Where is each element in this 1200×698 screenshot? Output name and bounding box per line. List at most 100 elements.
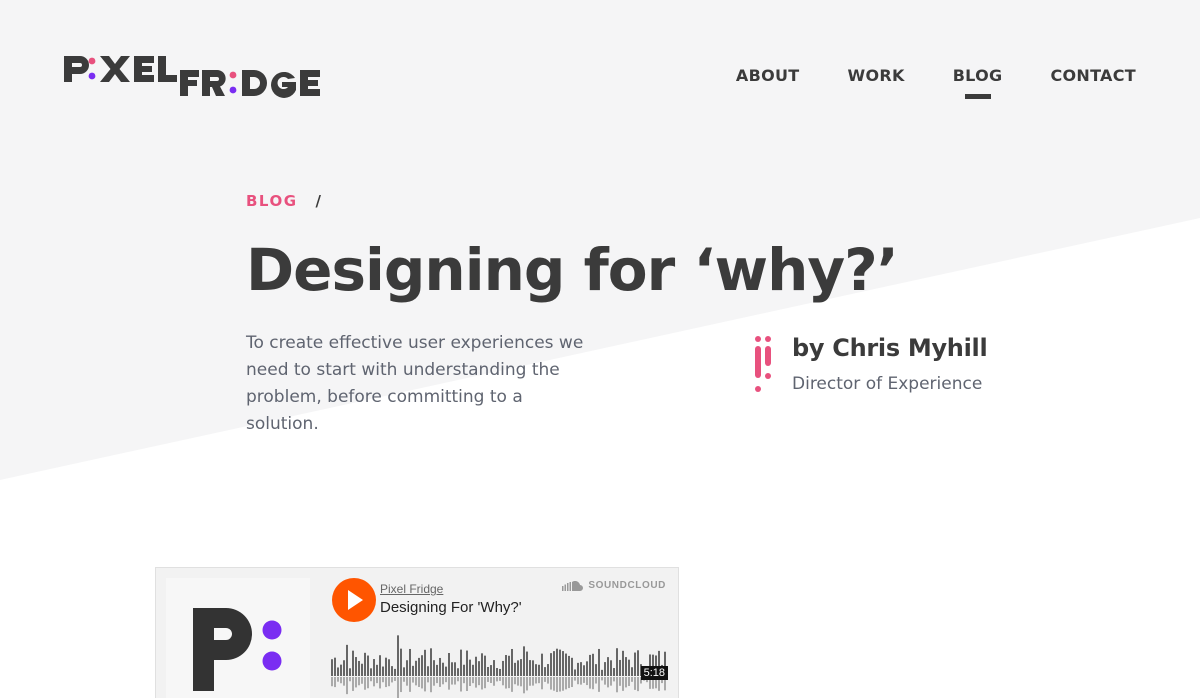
- waveform-reflection-bar: [595, 677, 597, 684]
- waveform-reflection-bar: [505, 677, 507, 689]
- waveform-bar: [406, 660, 408, 676]
- waveform-reflection-bar: [517, 677, 519, 686]
- waveform-reflection-bar: [334, 677, 336, 688]
- waveform-reflection-bar: [628, 677, 630, 686]
- waveform-bar: [634, 652, 636, 676]
- waveform-reflection-bar: [448, 677, 450, 690]
- soundcloud-brand[interactable]: SOUNDCLOUD: [562, 580, 666, 591]
- waveform-bar: [610, 660, 612, 676]
- waveform-bar: [376, 664, 378, 676]
- waveform-bar: [562, 651, 564, 676]
- waveform-reflection-bar: [391, 677, 393, 683]
- waveform-reflection-bar: [529, 677, 531, 686]
- waveform-bar: [586, 661, 588, 676]
- waveform-bar: [430, 648, 432, 676]
- breadcrumb: BLOG /: [246, 192, 323, 210]
- waveform-reflection-bar: [331, 677, 333, 687]
- pixel-fridge-logo[interactable]: [62, 52, 326, 100]
- waveform-reflection-bar: [454, 677, 456, 685]
- waveform-bar: [622, 650, 624, 676]
- waveform-bar: [370, 668, 372, 676]
- waveform-reflection-bar: [547, 677, 549, 684]
- waveform-reflection-bar: [415, 677, 417, 686]
- waveform-reflection-bar: [565, 677, 567, 690]
- waveform-reflection-bar: [622, 677, 624, 691]
- nav-about[interactable]: ABOUT: [736, 66, 800, 85]
- waveform-reflection-bar: [406, 677, 408, 686]
- waveform-reflection-bar: [562, 677, 564, 691]
- waveform-reflection-bar: [451, 677, 453, 685]
- waveform-bar: [532, 660, 534, 676]
- waveform-bar: [508, 655, 510, 676]
- waveform-reflection-bar: [340, 677, 342, 684]
- waveform-reflection-bar: [616, 677, 618, 693]
- waveform-reflection-bar: [619, 677, 621, 686]
- waveform-reflection-bar: [376, 677, 378, 684]
- waveform-bar: [361, 663, 363, 676]
- waveform-bar: [523, 646, 525, 676]
- waveform-reflection-bar: [346, 677, 348, 695]
- waveform-bar: [382, 666, 384, 676]
- author-accent-icon: [755, 336, 771, 392]
- nav-work[interactable]: WORK: [848, 66, 905, 85]
- waveform-reflection-bar: [373, 677, 375, 687]
- breadcrumb-blog-link[interactable]: BLOG: [246, 192, 298, 210]
- waveform-bar: [511, 648, 513, 676]
- waveform-bar: [391, 666, 393, 676]
- waveform-bar: [631, 667, 633, 676]
- waveform-bar: [412, 665, 414, 676]
- waveform-reflection-bar: [589, 677, 591, 689]
- nav-blog[interactable]: BLOG: [953, 66, 1003, 85]
- waveform-reflection-bar: [490, 677, 492, 684]
- waveform-bar: [616, 648, 618, 676]
- waveform-reflection-bar: [502, 677, 504, 686]
- waveform-bar: [439, 657, 441, 676]
- waveform-reflection-bar: [535, 677, 537, 684]
- waveform-bar: [343, 660, 345, 676]
- track-user-link[interactable]: Pixel Fridge: [380, 582, 443, 596]
- track-artwork[interactable]: [166, 578, 310, 698]
- waveform-bar: [493, 660, 495, 676]
- author-name: by Chris Myhill: [792, 334, 988, 362]
- waveform-bar: [580, 662, 582, 676]
- waveform-bar: [457, 668, 459, 676]
- waveform-bar: [364, 652, 366, 676]
- play-button[interactable]: [332, 578, 376, 622]
- waveform-reflection-bar: [550, 677, 552, 690]
- waveform-bar: [487, 667, 489, 676]
- waveform-reflection-bar: [337, 677, 339, 682]
- waveform-bar: [520, 659, 522, 676]
- waveform-reflection-bar: [343, 677, 345, 686]
- waveform-reflection-bar: [385, 677, 387, 688]
- waveform-reflection-bar: [352, 677, 354, 691]
- waveform-reflection-bar: [553, 677, 555, 691]
- waveform-bar: [409, 648, 411, 676]
- waveform-reflection-bar: [580, 677, 582, 685]
- waveform-reflection-bar: [394, 677, 396, 681]
- waveform[interactable]: [331, 628, 671, 698]
- waveform-bar: [454, 662, 456, 676]
- waveform-bar: [385, 657, 387, 676]
- waveform-bar: [373, 659, 375, 676]
- waveform-bar: [568, 655, 570, 676]
- soundcloud-icon: [562, 580, 584, 591]
- breadcrumb-separator: /: [315, 192, 323, 210]
- waveform-bar: [352, 650, 354, 676]
- article-intro: To create effective user experiences we …: [246, 333, 584, 434]
- waveform-reflection-bar: [400, 677, 402, 693]
- waveform-reflection-bar: [487, 677, 489, 682]
- waveform-reflection-bar: [367, 677, 369, 689]
- waveform-bar: [538, 664, 540, 676]
- waveform-bar: [415, 660, 417, 676]
- waveform-bar: [340, 664, 342, 676]
- waveform-reflection-bar: [592, 677, 594, 690]
- nav-contact[interactable]: CONTACT: [1050, 66, 1136, 85]
- waveform-reflection-bar: [508, 677, 510, 689]
- track-title[interactable]: Designing For 'Why?': [380, 599, 522, 616]
- waveform-reflection-bar: [538, 677, 540, 684]
- waveform-reflection-bar: [370, 677, 372, 682]
- main-nav: ABOUT WORK BLOG CONTACT: [736, 66, 1136, 85]
- waveform-bar: [607, 657, 609, 676]
- waveform-bar: [397, 635, 399, 676]
- waveform-bar: [571, 657, 573, 676]
